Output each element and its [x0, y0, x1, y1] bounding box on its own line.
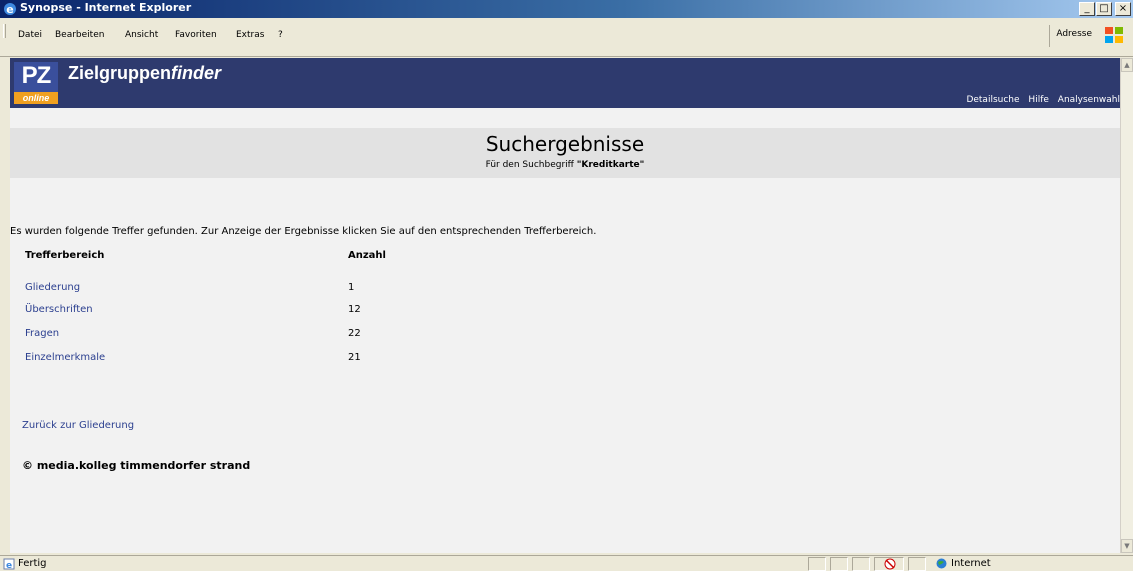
privacy-pane[interactable]	[874, 557, 904, 571]
result-link-fragen[interactable]: Fragen	[25, 328, 59, 339]
status-text: Fertig	[18, 558, 47, 569]
status-pane	[808, 557, 826, 571]
vertical-scrollbar[interactable]: ▲ ▼	[1120, 58, 1133, 553]
results-heading: Suchergebnisse Für den Suchbegriff "Kred…	[10, 128, 1120, 178]
menu-datei[interactable]: Datei	[18, 30, 42, 40]
browser-window: e Synopse - Internet Explorer _ □ × Date…	[0, 0, 1133, 571]
menu-extras[interactable]: Extras	[236, 30, 264, 40]
page-icon: e	[3, 558, 15, 570]
result-count: 1	[348, 282, 355, 293]
menu-bearbeiten[interactable]: Bearbeiten	[55, 30, 104, 40]
page-title: Suchergebnisse	[485, 132, 645, 156]
toolbar-grip[interactable]	[3, 24, 6, 38]
security-zone: Internet	[935, 557, 991, 571]
brand-title: Zielgruppenfinder	[68, 63, 222, 83]
column-header-trefferbereich: Trefferbereich	[25, 250, 105, 261]
svg-text:e: e	[6, 561, 12, 570]
window-title: Synopse - Internet Explorer	[20, 1, 192, 14]
title-bar: e Synopse - Internet Explorer _ □ ×	[0, 0, 1133, 18]
back-to-outline-link[interactable]: Zurück zur Gliederung	[22, 420, 134, 431]
nav-detailsuche[interactable]: Detailsuche	[966, 95, 1019, 105]
nav-hilfe[interactable]: Hilfe	[1028, 95, 1048, 105]
pz-online-logo[interactable]: PZ online	[14, 62, 58, 104]
search-term-line: Für den Suchbegriff "Kreditkarte"	[485, 160, 645, 170]
status-pane	[830, 557, 848, 571]
address-label[interactable]: Adresse	[1049, 25, 1098, 47]
status-pane	[852, 557, 870, 571]
close-button[interactable]: ×	[1115, 2, 1131, 16]
menu-favoriten[interactable]: Favoriten	[175, 30, 217, 40]
zone-label: Internet	[951, 558, 991, 569]
column-header-anzahl: Anzahl	[348, 250, 386, 261]
menu-bar: Datei Bearbeiten Ansicht Favoriten Extra…	[0, 20, 1133, 57]
nav-analysenwahl[interactable]: Analysenwahl	[1058, 95, 1120, 105]
page-content: PZ online Zielgruppenfinder Detailsuche …	[10, 58, 1120, 553]
result-link-einzelmerkmale[interactable]: Einzelmerkmale	[25, 352, 105, 363]
result-count: 22	[348, 328, 361, 339]
results-intro: Es wurden folgende Treffer gefunden. Zur…	[10, 226, 597, 237]
status-pane	[908, 557, 926, 571]
globe-icon	[936, 558, 947, 569]
maximize-button[interactable]: □	[1096, 2, 1112, 16]
minimize-button[interactable]: _	[1079, 2, 1095, 16]
menu-help[interactable]: ?	[278, 30, 283, 40]
status-bar: e Fertig Internet	[0, 555, 1133, 571]
result-count: 12	[348, 304, 361, 315]
site-header: PZ online Zielgruppenfinder Detailsuche …	[10, 58, 1120, 108]
header-nav: Detailsuche Hilfe Analysenwahl	[960, 95, 1120, 105]
search-term: "Kreditkarte"	[576, 160, 645, 170]
result-count: 21	[348, 352, 361, 363]
windows-logo-icon	[1105, 27, 1123, 43]
menu-ansicht[interactable]: Ansicht	[125, 30, 158, 40]
ie-icon: e	[4, 3, 16, 16]
result-link-gliederung[interactable]: Gliederung	[25, 282, 80, 293]
result-link-ueberschriften[interactable]: Überschriften	[25, 304, 93, 315]
privacy-icon	[884, 558, 896, 570]
scroll-up-arrow-icon[interactable]: ▲	[1121, 58, 1133, 72]
copyright-notice: © media.kolleg timmendorfer strand	[22, 459, 251, 472]
scroll-down-arrow-icon[interactable]: ▼	[1121, 539, 1133, 553]
svg-text:e: e	[6, 3, 13, 16]
